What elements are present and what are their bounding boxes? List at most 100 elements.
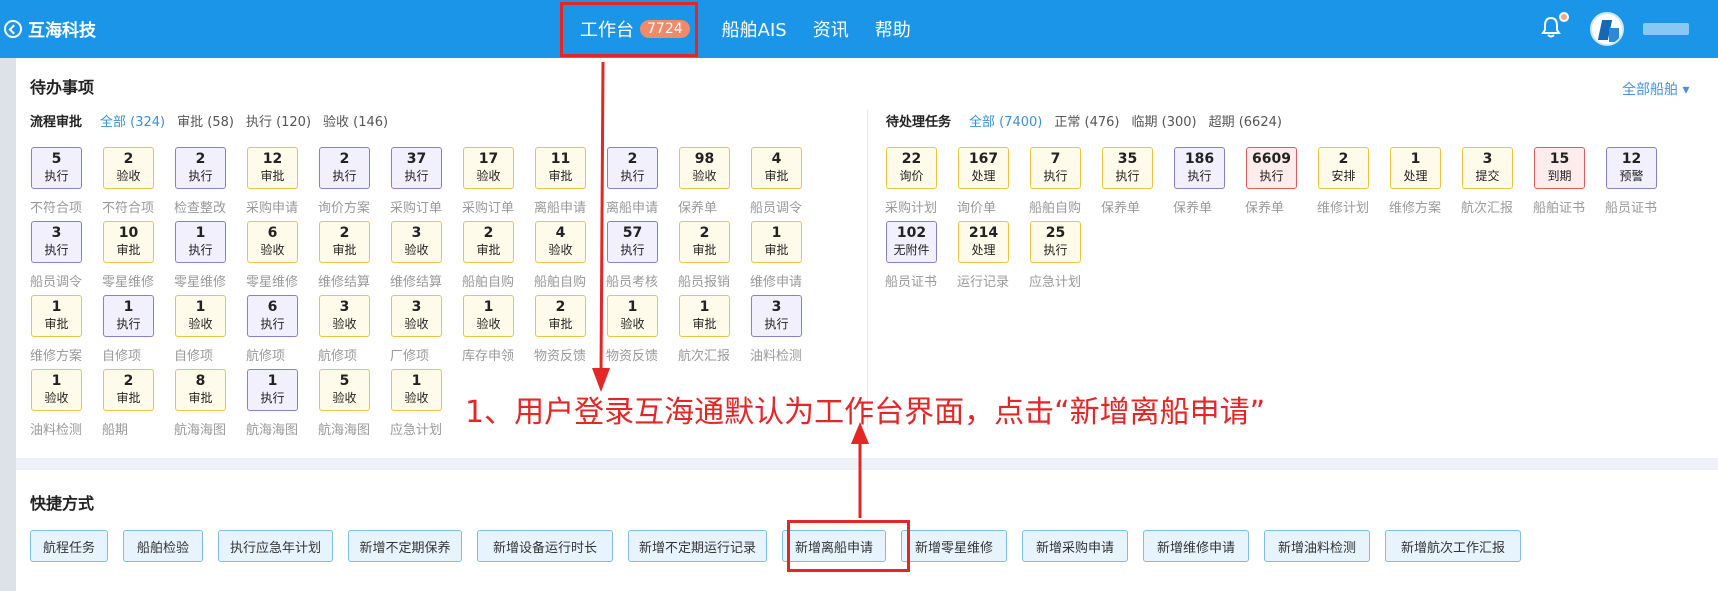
tasks-card[interactable]: 102 无附件: [886, 221, 937, 263]
tasks-card[interactable]: 35 执行: [1102, 147, 1153, 189]
filter-approve[interactable]: 审批 (58): [177, 111, 234, 130]
approval-card-label: 厂修项: [390, 349, 430, 364]
tasks-card-count: 2: [1338, 151, 1349, 167]
approval-card-count: 17: [478, 151, 499, 167]
filter-all[interactable]: 全部 (324): [100, 111, 165, 130]
quick-button[interactable]: 新增维修申请: [1143, 530, 1249, 562]
approval-card-label: 航次汇报: [678, 349, 731, 364]
quick-button[interactable]: 新增不定期保养: [348, 530, 462, 562]
tasks-card[interactable]: 6609 执行: [1246, 147, 1297, 189]
approval-card[interactable]: 1 审批: [679, 295, 730, 337]
approval-card-status: 审批: [332, 242, 357, 257]
nav-ship-ais[interactable]: 船舶AIS: [722, 16, 787, 42]
nav-help[interactable]: 帮助: [875, 16, 911, 42]
approval-card[interactable]: 2 审批: [535, 295, 586, 337]
approval-card-count: 1: [771, 225, 782, 241]
approval-card-count: 2: [339, 151, 350, 167]
tasks-card[interactable]: 25 执行: [1030, 221, 1081, 263]
tasks-card[interactable]: 167 处理: [958, 147, 1009, 189]
quick-button[interactable]: 新增不定期运行记录: [628, 530, 767, 562]
approval-card[interactable]: 1 执行: [247, 369, 298, 411]
quick-button[interactable]: 新增零星维修: [901, 530, 1007, 562]
quick-button[interactable]: 新增采购申请: [1022, 530, 1128, 562]
brand[interactable]: 互海科技: [4, 16, 96, 41]
approval-card[interactable]: 1 验收: [607, 295, 658, 337]
approval-card[interactable]: 1 审批: [31, 295, 82, 337]
tasks-card-label: 保养单: [1245, 201, 1285, 216]
approval-card[interactable]: 2 验收: [103, 147, 154, 189]
approval-card[interactable]: 1 执行: [103, 295, 154, 337]
nav-news[interactable]: 资讯: [813, 16, 849, 42]
tasks-card[interactable]: 1 处理: [1390, 147, 1441, 189]
quick-button[interactable]: 新增航次工作汇报: [1385, 530, 1521, 562]
approval-card[interactable]: 11 审批: [535, 147, 586, 189]
quick-button[interactable]: 新增油料检测: [1264, 530, 1370, 562]
approval-card[interactable]: 1 验收: [391, 369, 442, 411]
approval-card[interactable]: 4 验收: [535, 221, 586, 263]
tasks-card[interactable]: 12 预警: [1606, 147, 1657, 189]
tasks-card[interactable]: 2 安排: [1318, 147, 1369, 189]
filter-execute[interactable]: 执行 (120): [246, 111, 311, 130]
tasks-card[interactable]: 186 执行: [1174, 147, 1225, 189]
approval-card[interactable]: 8 审批: [175, 369, 226, 411]
approval-card[interactable]: 1 执行: [175, 221, 226, 263]
bell-icon[interactable]: [1541, 16, 1561, 38]
task-filter-overdue[interactable]: 超期 (6624): [1209, 111, 1282, 130]
approval-card[interactable]: 2 执行: [319, 147, 370, 189]
tasks-card-status: 预警: [1619, 168, 1644, 183]
approval-card[interactable]: 37 执行: [391, 147, 442, 189]
approval-card[interactable]: 5 验收: [319, 369, 370, 411]
tasks-card-status: 处理: [971, 242, 996, 257]
task-filter-due[interactable]: 临期 (300): [1131, 111, 1196, 130]
approval-card[interactable]: 98 验收: [679, 147, 730, 189]
approval-card[interactable]: 10 审批: [103, 221, 154, 263]
approval-card-status: 验收: [476, 168, 501, 183]
quick-button[interactable]: 船舶检验: [123, 530, 203, 562]
approval-card[interactable]: 6 验收: [247, 221, 298, 263]
approval-card[interactable]: 17 验收: [463, 147, 514, 189]
avatar[interactable]: [1590, 12, 1624, 46]
approval-card[interactable]: 57 执行: [607, 221, 658, 263]
approval-card-status: 验收: [692, 168, 717, 183]
tasks-card[interactable]: 3 提交: [1462, 147, 1513, 189]
quick-button[interactable]: 航程任务: [30, 530, 108, 562]
approval-card-status: 执行: [44, 242, 69, 257]
filter-accept[interactable]: 验收 (146): [323, 111, 388, 130]
task-filter-normal[interactable]: 正常 (476): [1054, 111, 1119, 130]
approval-card[interactable]: 4 审批: [751, 147, 802, 189]
approval-card[interactable]: 2 审批: [319, 221, 370, 263]
tasks-card-status: 提交: [1475, 168, 1500, 183]
username-redacted[interactable]: [1643, 23, 1689, 35]
approval-card[interactable]: 6 执行: [247, 295, 298, 337]
approval-card-count: 2: [483, 225, 494, 241]
approval-card[interactable]: 2 审批: [679, 221, 730, 263]
approval-card[interactable]: 1 验收: [175, 295, 226, 337]
approval-card[interactable]: 5 执行: [31, 147, 82, 189]
task-filter-all[interactable]: 全部 (7400): [969, 111, 1042, 130]
quick-button[interactable]: 执行应急年计划: [218, 530, 333, 562]
tasks-card-count: 12: [1621, 151, 1642, 167]
approval-card[interactable]: 1 验收: [31, 369, 82, 411]
quick-button[interactable]: 新增设备运行时长: [477, 530, 613, 562]
back-icon[interactable]: [4, 19, 22, 38]
tasks-card[interactable]: 214 处理: [958, 221, 1009, 263]
ship-filter-dropdown[interactable]: 全部船舶 ▾: [1622, 79, 1689, 99]
approval-card-status: 验收: [188, 316, 213, 331]
approval-card[interactable]: 1 审批: [751, 221, 802, 263]
approval-card-status: 审批: [116, 390, 141, 405]
tasks-card[interactable]: 22 询价: [886, 147, 937, 189]
approval-card[interactable]: 3 验收: [319, 295, 370, 337]
approval-card[interactable]: 3 验收: [391, 295, 442, 337]
approval-card[interactable]: 1 验收: [463, 295, 514, 337]
approval-card[interactable]: 2 审批: [103, 369, 154, 411]
approval-card[interactable]: 3 执行: [31, 221, 82, 263]
approval-card[interactable]: 2 审批: [463, 221, 514, 263]
approval-card[interactable]: 2 执行: [607, 147, 658, 189]
approval-card[interactable]: 3 验收: [391, 221, 442, 263]
approval-card[interactable]: 2 执行: [175, 147, 226, 189]
approval-card[interactable]: 3 执行: [751, 295, 802, 337]
approval-card-count: 4: [771, 151, 782, 167]
tasks-card[interactable]: 7 执行: [1030, 147, 1081, 189]
tasks-card[interactable]: 15 到期: [1534, 147, 1585, 189]
approval-card[interactable]: 12 审批: [247, 147, 298, 189]
